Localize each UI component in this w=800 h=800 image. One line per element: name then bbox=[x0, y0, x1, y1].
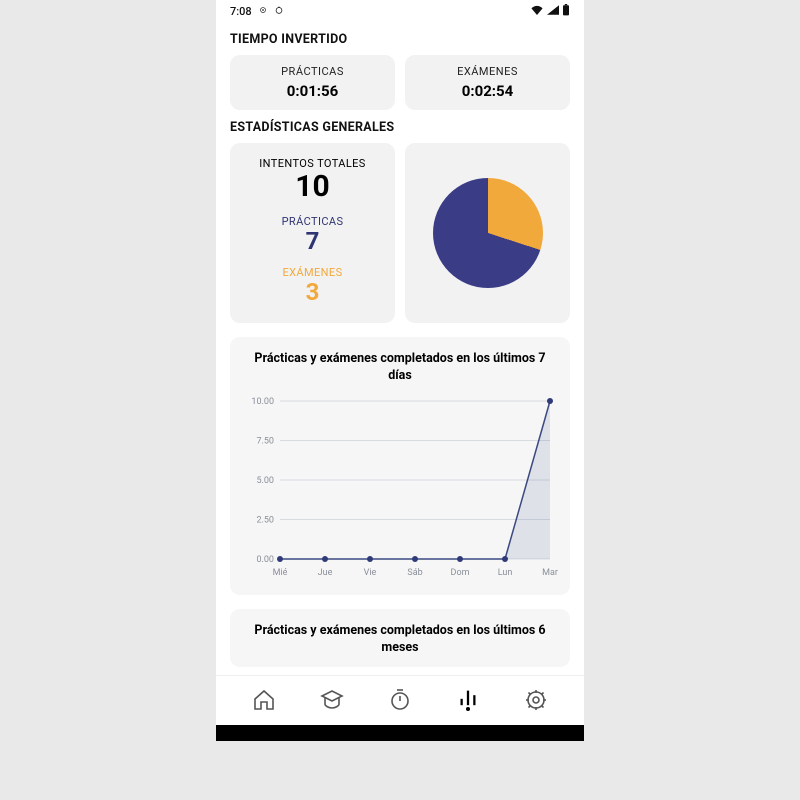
card-practices-time: PRÁCTICAS 0:01:56 bbox=[230, 55, 395, 110]
phone-frame: 7:08 TIEMPO INVERTIDO PRÁCTICAS bbox=[216, 0, 584, 741]
svg-text:10.00: 10.00 bbox=[251, 397, 274, 407]
status-icon-2 bbox=[274, 5, 284, 18]
signal-icon bbox=[547, 5, 559, 18]
svg-text:Vie: Vie bbox=[364, 568, 377, 578]
svg-text:Sáb: Sáb bbox=[407, 568, 422, 578]
section-title-stats: ESTADÍSTICAS GENERALES bbox=[230, 120, 570, 135]
card-value: 0:02:54 bbox=[411, 82, 564, 100]
svg-text:5.00: 5.00 bbox=[256, 476, 274, 486]
nav-courses-button[interactable] bbox=[318, 686, 346, 714]
exams-value: 3 bbox=[236, 279, 389, 305]
card-pie-chart bbox=[405, 143, 570, 323]
nav-timer-button[interactable] bbox=[386, 686, 414, 714]
wifi-icon bbox=[530, 5, 544, 18]
status-icon bbox=[258, 5, 268, 18]
card-label: EXÁMENES bbox=[411, 65, 564, 78]
card-chart-7days: Prácticas y exámenes completados en los … bbox=[230, 337, 570, 595]
card-value: 0:01:56 bbox=[236, 82, 389, 100]
android-nav-bar bbox=[216, 725, 584, 741]
svg-text:Lun: Lun bbox=[498, 568, 513, 578]
bottom-nav bbox=[216, 675, 584, 725]
card-chart-6months: Prácticas y exámenes completados en los … bbox=[230, 609, 570, 667]
line-chart-7days: 0.00 2.50 5.00 7.50 10.00 Mié Jue Vie Sáb Dom Lun M… bbox=[240, 391, 560, 581]
svg-text:Mié: Mié bbox=[273, 568, 288, 578]
practices-label: PRÁCTICAS bbox=[236, 215, 389, 228]
card-exams-time: EXÁMENES 0:02:54 bbox=[405, 55, 570, 110]
battery-icon bbox=[562, 4, 570, 19]
status-bar: 7:08 bbox=[216, 0, 584, 22]
nav-settings-button[interactable] bbox=[522, 686, 550, 714]
svg-text:0.00: 0.00 bbox=[256, 555, 274, 565]
section-title-time: TIEMPO INVERTIDO bbox=[230, 32, 570, 47]
practices-value: 7 bbox=[236, 228, 389, 254]
svg-text:2.50: 2.50 bbox=[256, 516, 274, 526]
card-attempts-breakdown: INTENTOS TOTALES 10 PRÁCTICAS 7 EXÁMENES… bbox=[230, 143, 395, 323]
chart-title-6months: Prácticas y exámenes completados en los … bbox=[250, 623, 550, 657]
card-label: PRÁCTICAS bbox=[236, 65, 389, 78]
status-time: 7:08 bbox=[230, 5, 252, 18]
chart-title-7days: Prácticas y exámenes completados en los … bbox=[250, 351, 550, 385]
svg-text:Jue: Jue bbox=[318, 568, 333, 578]
svg-text:7.50: 7.50 bbox=[256, 437, 274, 447]
nav-home-button[interactable] bbox=[250, 686, 278, 714]
total-attempts-value: 10 bbox=[236, 170, 389, 205]
svg-text:Mar: Mar bbox=[542, 568, 558, 578]
nav-active-indicator bbox=[466, 707, 470, 711]
svg-text:Dom: Dom bbox=[451, 568, 470, 578]
nav-stats-button[interactable] bbox=[454, 686, 482, 714]
exams-label: EXÁMENES bbox=[236, 266, 389, 279]
pie-chart bbox=[433, 178, 543, 288]
